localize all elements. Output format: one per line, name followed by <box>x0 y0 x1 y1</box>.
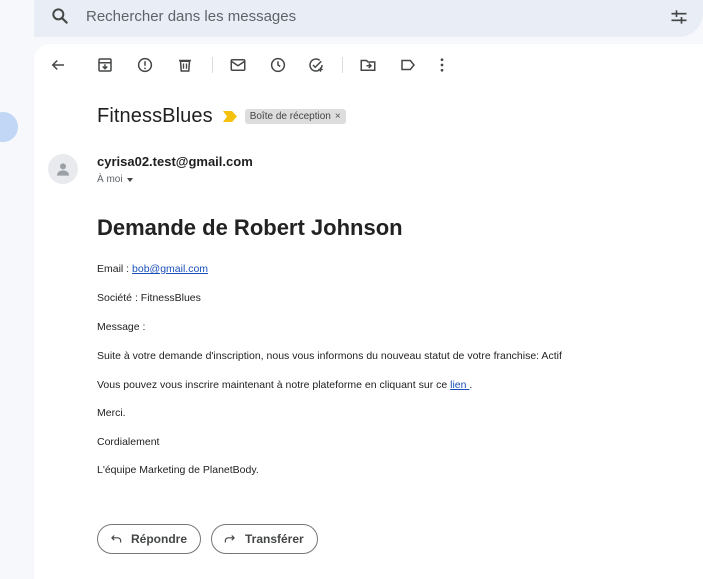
remove-label-icon[interactable]: × <box>335 111 341 122</box>
reply-icon <box>111 535 122 543</box>
message-line-2: Vous pouvez vous inscrire maintenant à n… <box>97 379 472 391</box>
search-input[interactable]: Rechercher dans les messages <box>86 8 296 25</box>
label-chip-text: Boîte de réception <box>249 111 331 122</box>
snooze-icon[interactable] <box>268 55 288 75</box>
signup-link[interactable]: lien <box>450 379 469 391</box>
email-view: FitnessBlues Boîte de réception × cyrisa… <box>34 44 703 579</box>
email-subject: FitnessBlues <box>97 105 213 127</box>
label-icon[interactable] <box>398 55 418 75</box>
subject-row: FitnessBlues Boîte de réception × <box>97 105 346 128</box>
side-panel-bubble <box>0 112 18 142</box>
company-line: Société : FitnessBlues <box>97 292 201 304</box>
forward-label: Transférer <box>245 532 304 546</box>
forward-icon <box>224 535 235 543</box>
email-line: Email : bob@gmail.com <box>97 263 208 275</box>
mark-unread-icon[interactable] <box>228 55 248 75</box>
delete-icon[interactable] <box>175 55 195 75</box>
importance-marker-icon[interactable] <box>222 111 237 122</box>
message-line-2-text: Vous pouvez vous inscrire maintenant à n… <box>97 379 451 391</box>
message-line-1: Suite à votre demande d'inscription, nou… <box>97 350 562 362</box>
forward-button[interactable]: Transférer <box>211 524 318 554</box>
search-bar[interactable]: Rechercher dans les messages <box>34 0 703 37</box>
email-heading: Demande de Robert Johnson <box>97 215 403 240</box>
recipient-line[interactable]: À moi <box>97 174 133 185</box>
chevron-down-icon[interactable] <box>126 177 133 182</box>
report-spam-icon[interactable] <box>135 55 155 75</box>
email-address-link[interactable]: bob@gmail.com <box>132 263 208 275</box>
archive-icon[interactable] <box>95 55 115 75</box>
sender-email[interactable]: cyrisa02.test@gmail.com <box>97 154 253 169</box>
message-line-2-period: . <box>469 379 473 391</box>
move-to-icon[interactable] <box>358 55 378 75</box>
add-task-icon[interactable] <box>306 55 326 75</box>
toolbar-divider <box>342 57 343 73</box>
email-label: Email : <box>97 263 133 275</box>
search-icon[interactable] <box>50 6 70 26</box>
person-icon <box>57 163 69 176</box>
reply-button[interactable]: Répondre <box>97 524 202 554</box>
more-vert-icon[interactable] <box>432 55 452 75</box>
avatar[interactable] <box>48 154 78 184</box>
thanks-line: Merci. <box>97 407 126 419</box>
signature-line: L'équipe Marketing de PlanetBody. <box>97 464 259 476</box>
search-options-icon[interactable] <box>668 7 690 27</box>
recipient-text: À moi <box>97 174 123 185</box>
toolbar-divider <box>212 57 213 73</box>
label-chip-inbox[interactable]: Boîte de réception × <box>244 109 346 124</box>
regards-line: Cordialement <box>97 436 160 448</box>
reply-label: Répondre <box>131 532 188 546</box>
back-arrow-icon[interactable] <box>48 55 68 75</box>
message-label: Message : <box>97 321 146 333</box>
